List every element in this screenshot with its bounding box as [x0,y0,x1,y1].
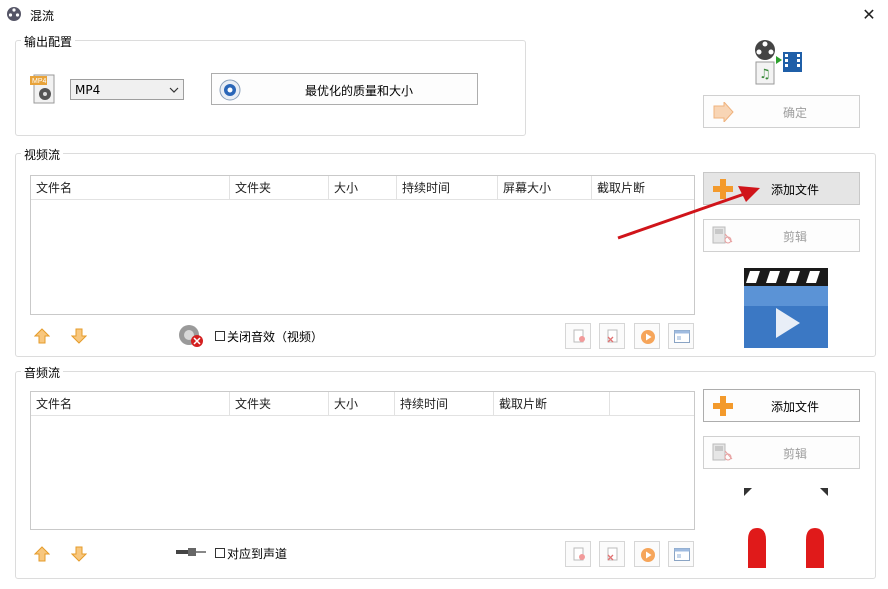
video-col-duration[interactable]: 持续时间 [397,176,498,200]
audio-col-empty [610,392,694,416]
video-col-screen-size[interactable]: 屏幕大小 [498,176,592,200]
video-col-size[interactable]: 大小 [329,176,397,200]
audio-file-list[interactable]: 文件名 文件夹 大小 持续时间 截取片断 [30,391,695,530]
video-file-list[interactable]: 文件名 文件夹 大小 持续时间 屏幕大小 截取片断 [30,175,695,315]
audio-play-button[interactable] [634,541,660,567]
audio-add-item-button[interactable] [565,541,591,567]
page-remove-icon [607,329,618,343]
play-circle-icon [641,330,655,344]
confirm-label: 确定 [783,106,808,120]
mute-video-label: 关闭音效（视频） [227,330,324,344]
mute-video-checkbox[interactable] [215,331,225,341]
video-col-folder[interactable]: 文件夹 [230,176,329,200]
audio-add-file-label: 添加文件 [771,400,820,414]
page-add-icon [573,329,585,343]
quality-preset-label: 最优化的质量和大小 [305,84,414,98]
play-circle-icon [641,548,655,562]
output-config-label: 输出配置 [21,33,76,50]
audio-add-file-button[interactable]: 添加文件 [703,389,860,422]
audio-edit-button[interactable]: 剪辑 [703,436,860,469]
mute-speaker-icon [179,325,203,347]
video-col-filename[interactable]: 文件名 [31,176,230,200]
audio-stream-label: 音频流 [21,364,64,381]
move-down-icon[interactable] [71,328,87,344]
audio-edit-label: 剪辑 [783,447,808,461]
mp4-file-icon: MP4 [30,73,58,105]
video-clapperboard-icon [744,268,828,348]
gear-globe-icon [219,79,241,101]
video-add-file-label: 添加文件 [771,183,820,197]
video-stream-label: 视频流 [21,146,64,163]
confirm-button[interactable]: 确定 [703,95,860,128]
audio-remove-item-button[interactable] [599,541,625,567]
page-add-icon [573,547,585,561]
properties-window-icon [674,548,690,561]
quality-preset-button[interactable]: 最优化的质量和大小 [211,73,478,105]
plus-icon [713,396,733,416]
audio-col-folder[interactable]: 文件夹 [230,392,329,416]
annotation-arrow [617,186,760,240]
map-to-channel-label: 对应到声道 [227,547,288,561]
close-button[interactable]: ✕ [858,4,880,26]
audio-speaker-art-icon [744,488,828,568]
mp4-icon-text: MP4 [32,78,47,85]
format-select[interactable]: MP4 [70,79,184,100]
video-edit-label: 剪辑 [783,230,808,244]
audio-move-up-icon[interactable] [34,546,50,562]
app-film-reel-icon [7,7,21,21]
map-to-channel-checkbox[interactable] [215,548,225,558]
chevron-down-icon [169,87,179,93]
audio-col-filename[interactable]: 文件名 [31,392,230,416]
move-up-icon[interactable] [34,328,50,344]
title-bar: 混流 ✕ [0,0,888,30]
svg-text:♫: ♫ [759,67,771,82]
audio-col-clip[interactable]: 截取片断 [494,392,610,416]
video-remove-item-button[interactable] [599,323,625,349]
page-remove-icon [607,547,618,561]
audio-col-duration[interactable]: 持续时间 [395,392,494,416]
window-title: 混流 [30,9,55,23]
mixer-logo-icon: ♫ [752,38,804,86]
video-add-item-button[interactable] [565,323,591,349]
arrow-right-icon [713,102,734,122]
audio-col-size[interactable]: 大小 [329,392,395,416]
audio-jack-icon [176,548,206,556]
audio-properties-button[interactable] [668,541,694,567]
format-select-value: MP4 [75,83,101,97]
audio-move-down-icon[interactable] [71,546,87,562]
film-scissors-icon [712,443,733,461]
properties-window-icon [674,330,690,343]
video-play-button[interactable] [634,323,660,349]
video-properties-button[interactable] [668,323,694,349]
